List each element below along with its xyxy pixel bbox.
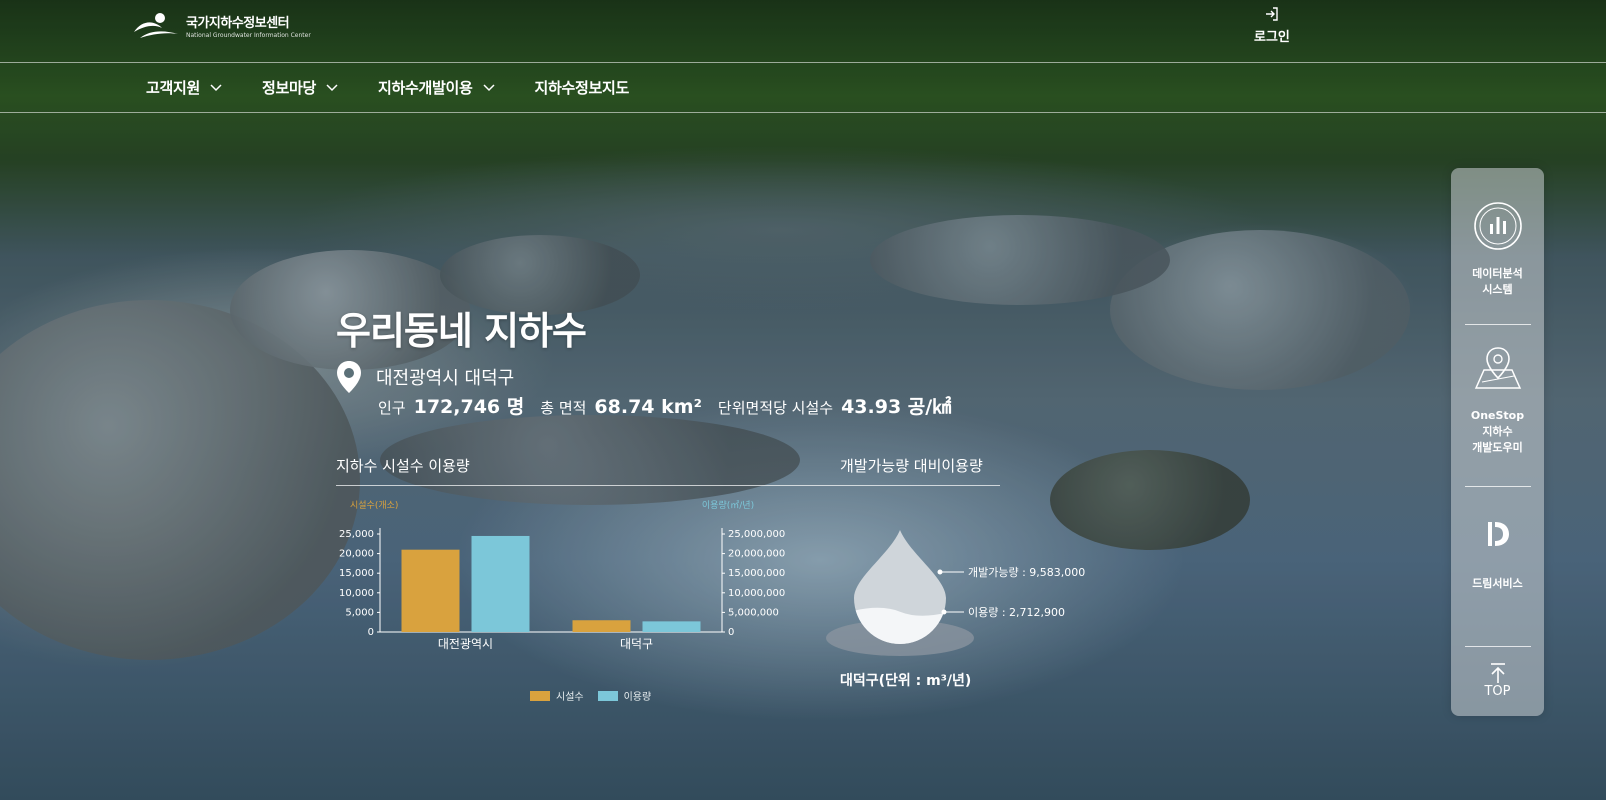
location-name: 대전광역시 대덕구 (376, 368, 515, 389)
section-title-capacity: 개발가능량 대비이용량 (840, 457, 983, 475)
logo-subtitle: National Groundwater Information Center (186, 31, 311, 39)
quick-menu-panel: 데이터분석 시스템 OneStop 지하수 개발도우미 드림서비스 TOP (1451, 168, 1544, 716)
chevron-down-icon (483, 83, 495, 91)
location-pin-icon (337, 361, 361, 393)
quick-item-label: 시스템 (1482, 283, 1513, 296)
drop-chart-caption: 대덕구(단위 : m³/년) (840, 673, 972, 689)
nav-item-customer-support[interactable]: 고객지원 (146, 77, 222, 98)
page-title: 우리동네 지하수 (336, 309, 587, 353)
x-tick-label: 대덕구 (620, 637, 653, 651)
y-tick-label-right: 25,000,000 (728, 529, 785, 540)
stat-label-area: 총 면적 (540, 399, 587, 417)
quick-item-dream-service[interactable]: 드림서비스 (1451, 516, 1544, 592)
site-logo[interactable]: 국가지하수정보센터 National Groundwater Informati… (132, 10, 311, 40)
nav-item-map[interactable]: 지하수정보지도 (535, 77, 630, 98)
hero-section: 우리동네 지하수 (336, 300, 587, 355)
nav-item-info[interactable]: 정보마당 (262, 77, 338, 98)
nav-item-label: 지하수정보지도 (534, 79, 630, 97)
quick-item-label: 드림서비스 (1472, 577, 1523, 590)
logo-wave-icon (134, 13, 178, 38)
y-tick-label-right: 5,000,000 (728, 607, 779, 618)
usage-leader-dot (941, 609, 947, 615)
map-pin-icon (1474, 347, 1521, 389)
chevron-down-icon (326, 83, 338, 91)
arrow-up-icon (1490, 663, 1505, 683)
y-tick-label-right: 20,000,000 (728, 549, 785, 560)
nav-item-label: 정보마당 (262, 79, 317, 97)
usage-label: 이용량 : 2,712,900 (968, 606, 1065, 619)
chart-legend: 시설수 이용량 (530, 688, 665, 703)
scroll-top-label: TOP (1484, 684, 1511, 699)
scroll-top-button[interactable]: TOP (1451, 662, 1544, 700)
nav-item-label: 고객지원 (146, 79, 201, 97)
capacity-label: 개발가능량 : 9,583,000 (968, 566, 1085, 579)
section-title-facilities: 지하수 시설수 이용량 (336, 457, 470, 475)
y-tick-label-left: 0 (368, 627, 374, 638)
bar-usage (642, 621, 701, 632)
legend-swatch-facilities (530, 690, 550, 701)
stat-label-population: 인구 (378, 399, 406, 417)
stat-label-density: 단위면적당 시설수 (717, 399, 834, 417)
facilities-usage-bar-chart: 시설수(개소) 이용량(㎥/년) 0 5,000 10,000 15,000 20,000 2… (339, 499, 785, 651)
quick-item-label: 지하수 (1482, 425, 1513, 438)
bar-chart-circle-icon (1473, 202, 1522, 250)
y-tick-label-left: 15,000 (339, 568, 374, 579)
bar-facilities (401, 549, 460, 632)
login-icon (1265, 7, 1278, 21)
stat-value-area: 68.74 km² (594, 396, 702, 418)
legend-label-facilities: 시설수 (556, 692, 584, 703)
quick-menu-divider (1465, 324, 1531, 325)
y-tick-label-right: 0 (728, 627, 734, 638)
quick-menu-divider (1465, 486, 1531, 487)
login-button[interactable]: 로그인 (1254, 6, 1290, 45)
stat-value-density: 43.93 공/㎢ (841, 396, 952, 418)
section-divider (336, 485, 1000, 486)
capacity-leader-dot (937, 569, 943, 575)
bar-usage (471, 535, 530, 632)
y-tick-label-left: 20,000 (339, 549, 374, 560)
location-row: 대전광역시 대덕구 (336, 360, 514, 394)
y-tick-label-right: 15,000,000 (728, 568, 785, 579)
dream-logo-icon (1487, 522, 1509, 546)
main-nav: 고객지원 정보마당 지하수개발이용 지하수정보지도 (0, 62, 1606, 113)
bar-facilities (572, 620, 631, 632)
site-header: 국가지하수정보센터 National Groundwater Informati… (0, 0, 1606, 63)
y-tick-label-left: 25,000 (339, 529, 374, 540)
quick-item-data-analysis[interactable]: 데이터분석 시스템 (1451, 200, 1544, 298)
quick-item-onestop[interactable]: OneStop 지하수 개발도우미 (1451, 344, 1544, 456)
y-tick-label-right: 10,000,000 (728, 588, 785, 599)
nav-item-development[interactable]: 지하수개발이용 (378, 77, 495, 98)
stats-row: 인구 172,746 명 총 면적 68.74 km² 단위면적당 시설수 43… (378, 392, 967, 419)
y-axis-title-left: 시설수(개소) (350, 500, 398, 511)
quick-menu-divider (1465, 646, 1531, 647)
login-label: 로그인 (1254, 30, 1290, 45)
legend-swatch-usage (597, 690, 618, 701)
quick-item-label: 데이터분석 (1472, 267, 1523, 280)
logo-title: 국가지하수정보센터 (186, 15, 290, 31)
chevron-down-icon (210, 83, 222, 91)
y-tick-label-left: 10,000 (339, 588, 374, 599)
quick-item-label: OneStop (1470, 409, 1525, 422)
nav-item-label: 지하수개발이용 (378, 79, 473, 97)
x-tick-label: 대전광역시 (438, 637, 493, 651)
y-tick-label-left: 5,000 (345, 607, 374, 618)
y-axis-title-right: 이용량(㎥/년) (702, 499, 754, 511)
legend-label-usage: 이용량 (623, 692, 652, 703)
capacity-drop-chart: 개발가능량 : 9,583,000 이용량 : 2,712,900 (826, 530, 1085, 656)
quick-item-label: 개발도우미 (1472, 441, 1523, 454)
stat-value-population: 172,746 명 (413, 396, 525, 418)
